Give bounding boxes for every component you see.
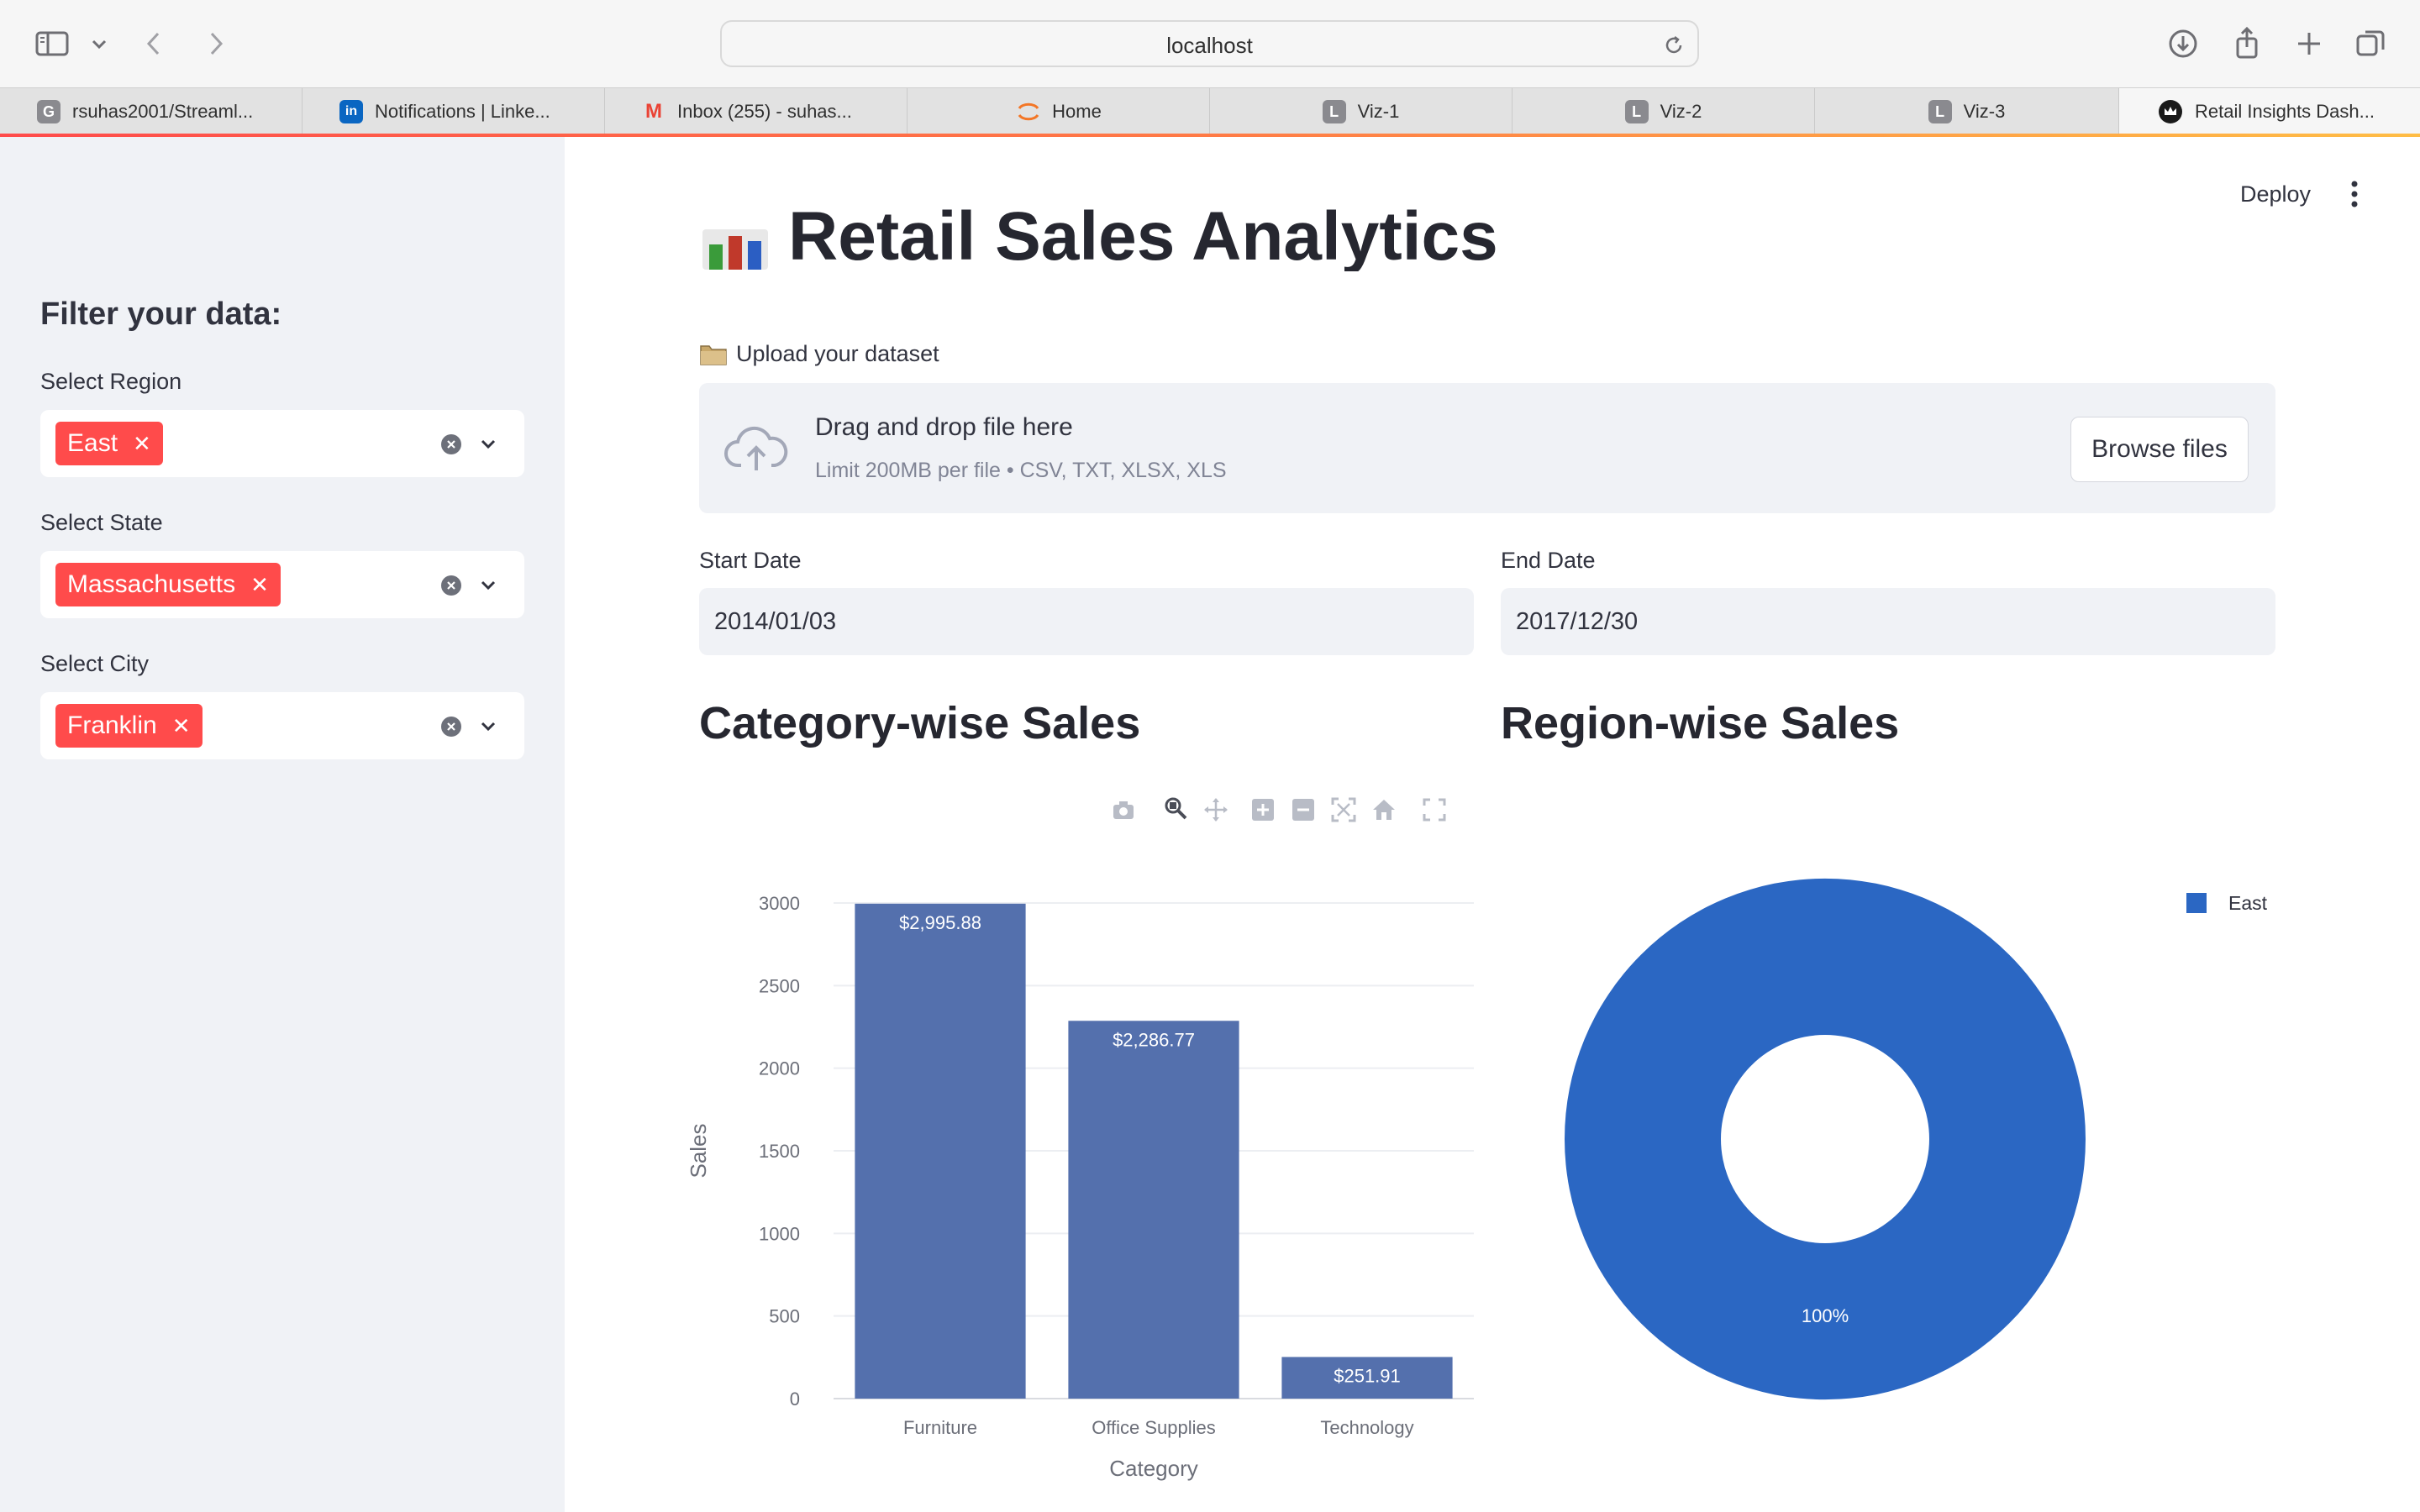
- region-multiselect[interactable]: East ✕: [40, 410, 524, 477]
- chevron-down-icon[interactable]: [81, 25, 118, 62]
- reload-icon[interactable]: [1662, 34, 1686, 57]
- sidebar-title: Filter your data:: [40, 297, 282, 332]
- tab-title: Viz-2: [1660, 101, 1702, 122]
- sidebar: Filter your data: Select Region East ✕ S…: [0, 137, 565, 1512]
- share-icon[interactable]: [2228, 25, 2265, 62]
- clear-icon[interactable]: [440, 433, 462, 455]
- tab-title: Notifications | Linke...: [375, 101, 550, 122]
- tab-title: Viz-3: [1963, 101, 2006, 122]
- sidebar-toggle-icon[interactable]: [34, 25, 71, 62]
- region-chip[interactable]: East ✕: [55, 422, 163, 465]
- chevron-down-icon[interactable]: [477, 716, 499, 738]
- new-tab-icon[interactable]: [2291, 25, 2328, 62]
- tab-title: Retail Insights Dash...: [2195, 101, 2375, 122]
- city-filter-label: Select City: [40, 651, 150, 676]
- back-icon[interactable]: [136, 25, 173, 62]
- tab-overview-icon[interactable]: [2353, 25, 2390, 62]
- tab-bar: G rsuhas2001/Streaml... in Notifications…: [0, 87, 2420, 135]
- forward-icon[interactable]: [197, 25, 234, 62]
- jupyter-favicon-icon: [1018, 102, 1039, 121]
- gmail-favicon-icon: M: [645, 100, 662, 123]
- city-chip[interactable]: Franklin ✕: [55, 704, 203, 748]
- chevron-down-icon[interactable]: [477, 433, 499, 455]
- pie-data-label: 100%: [1802, 1305, 1849, 1326]
- streamlit-crown-favicon-icon: [2159, 100, 2182, 123]
- browser-tab-active[interactable]: Retail Insights Dash...: [2119, 88, 2420, 135]
- letter-favicon-icon: L: [1928, 100, 1952, 123]
- state-chip[interactable]: Massachusetts ✕: [55, 563, 281, 606]
- downloads-icon[interactable]: [2165, 25, 2202, 62]
- chip-remove-icon[interactable]: ✕: [133, 431, 151, 457]
- legend-swatch[interactable]: [2186, 893, 2207, 913]
- address-bar[interactable]: localhost: [720, 20, 1699, 67]
- browser-tab[interactable]: L Viz-1: [1210, 88, 1512, 135]
- letter-favicon-icon: L: [1624, 100, 1649, 123]
- github-favicon-icon: G: [37, 100, 60, 123]
- tab-title: Inbox (255) - suhas...: [677, 101, 852, 122]
- chip-label: Massachusetts: [67, 570, 236, 598]
- tab-title: Home: [1052, 101, 1102, 122]
- city-multiselect[interactable]: Franklin ✕: [40, 692, 524, 759]
- linkedin-favicon-icon: in: [339, 100, 363, 123]
- browser-tab[interactable]: L Viz-3: [1815, 88, 2119, 135]
- browser-tab[interactable]: M Inbox (255) - suhas...: [605, 88, 908, 135]
- clear-icon[interactable]: [440, 575, 462, 596]
- chip-remove-icon[interactable]: ✕: [172, 713, 191, 739]
- chip-label: Franklin: [67, 711, 157, 739]
- browser-tab[interactable]: Home: [908, 88, 1210, 135]
- legend-label[interactable]: East: [2228, 892, 2268, 914]
- chip-remove-icon[interactable]: ✕: [250, 572, 269, 598]
- tab-title: Viz-1: [1357, 101, 1400, 122]
- state-filter-label: Select State: [40, 510, 163, 535]
- main-content: Deploy Retail Sales Analytics Upload you…: [565, 137, 2420, 1512]
- browser-tab[interactable]: in Notifications | Linke...: [302, 88, 605, 135]
- browser-toolbar: localhost: [0, 0, 2420, 87]
- chevron-down-icon[interactable]: [477, 575, 499, 596]
- browser-tab[interactable]: G rsuhas2001/Streaml...: [0, 88, 302, 135]
- state-multiselect[interactable]: Massachusetts ✕: [40, 551, 524, 618]
- region-filter-label: Select Region: [40, 369, 182, 394]
- browser-tab[interactable]: L Viz-2: [1512, 88, 1815, 135]
- chip-label: East: [67, 429, 118, 457]
- letter-favicon-icon: L: [1322, 100, 1346, 123]
- address-text: localhost: [1166, 33, 1253, 58]
- region-donut-chart[interactable]: 100% East: [565, 137, 2420, 1512]
- clear-icon[interactable]: [440, 716, 462, 738]
- tab-title: rsuhas2001/Streaml...: [72, 101, 254, 122]
